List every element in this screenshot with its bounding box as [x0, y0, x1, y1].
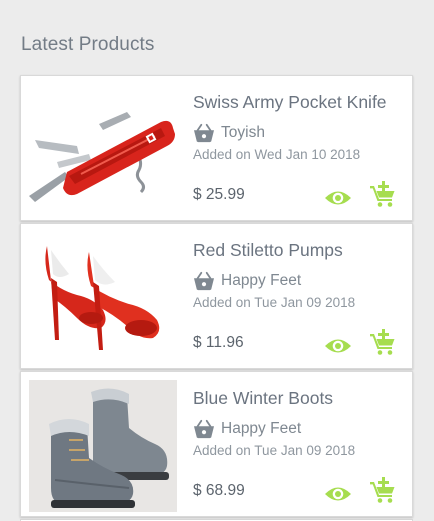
vendor-row: Happy Feet [193, 418, 404, 440]
view-button[interactable] [324, 336, 352, 356]
product-price: $ 25.99 [193, 186, 245, 203]
vendor-name[interactable]: Happy Feet [221, 420, 301, 438]
product-name[interactable]: Blue Winter Boots [193, 388, 404, 409]
shopping-basket-icon [194, 271, 214, 291]
product-card-blue-winter-boots[interactable]: Blue Winter Boots Happy Feet Added on Tu… [20, 371, 413, 517]
product-price: $ 11.96 [193, 334, 244, 351]
product-price: $ 68.99 [193, 482, 245, 499]
add-to-cart-icon [370, 329, 395, 355]
add-to-cart-button[interactable] [370, 476, 396, 504]
product-image-winter-boots[interactable] [29, 380, 177, 512]
eye-icon [325, 191, 351, 205]
product-image-pocket-knife[interactable] [29, 84, 177, 216]
view-button[interactable] [324, 188, 352, 208]
shopping-basket-icon [194, 419, 214, 439]
product-name[interactable]: Red Stiletto Pumps [193, 240, 404, 261]
vendor-name[interactable]: Toyish [221, 124, 265, 142]
view-button[interactable] [324, 484, 352, 504]
add-to-cart-button[interactable] [370, 328, 396, 356]
product-info: Red Stiletto Pumps Happy Feet Added on T… [193, 240, 404, 310]
product-actions [306, 328, 396, 356]
vendor-row: Toyish [193, 122, 404, 144]
product-actions [306, 476, 396, 504]
product-info: Blue Winter Boots Happy Feet Added on Tu… [193, 388, 404, 458]
added-date: Added on Tue Jan 09 2018 [193, 295, 356, 310]
product-card-swiss-army-knife[interactable]: Swiss Army Pocket Knife Toyish Added on … [20, 75, 413, 221]
add-to-cart-icon [370, 181, 395, 207]
products-page: Latest Products Swiss Army Pocket Knife … [0, 0, 434, 521]
product-actions [306, 180, 396, 208]
product-name[interactable]: Swiss Army Pocket Knife [193, 92, 404, 113]
add-to-cart-icon [370, 477, 395, 503]
product-image-stiletto-pumps[interactable] [29, 232, 177, 364]
shopping-basket-icon [194, 123, 214, 143]
product-list: Swiss Army Pocket Knife Toyish Added on … [20, 75, 413, 521]
added-date: Added on Tue Jan 09 2018 [193, 443, 356, 458]
eye-icon [325, 339, 351, 353]
vendor-row: Happy Feet [193, 270, 404, 292]
product-info: Swiss Army Pocket Knife Toyish Added on … [193, 92, 404, 162]
vendor-name[interactable]: Happy Feet [221, 272, 301, 290]
added-date: Added on Wed Jan 10 2018 [193, 147, 361, 162]
eye-icon [325, 487, 351, 501]
product-card-red-stiletto-pumps[interactable]: Red Stiletto Pumps Happy Feet Added on T… [20, 223, 413, 369]
section-title: Latest Products [21, 34, 155, 55]
add-to-cart-button[interactable] [370, 180, 396, 208]
